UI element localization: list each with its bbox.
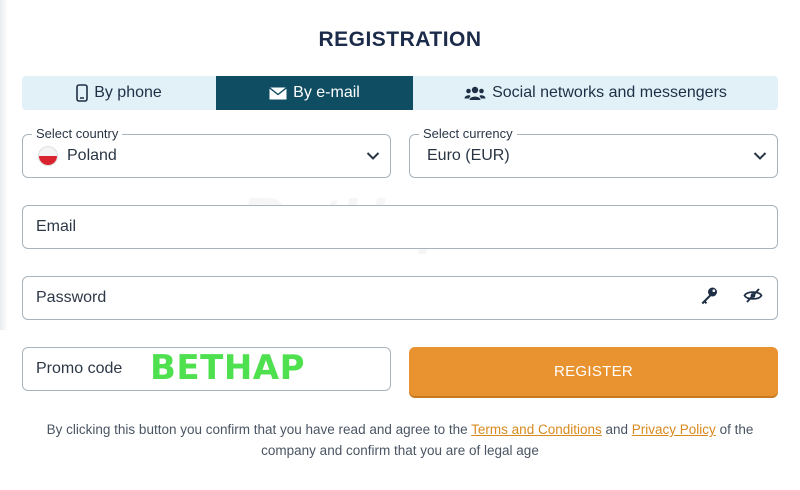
chevron-down-icon — [366, 152, 380, 160]
eye-slash-icon[interactable] — [743, 288, 763, 309]
password-field[interactable]: Password — [22, 276, 778, 320]
disclaimer-part2: and — [601, 422, 632, 437]
password-placeholder: Password — [36, 289, 107, 306]
disclaimer-text: By clicking this button you confirm that… — [18, 419, 782, 461]
currency-value: Euro (EUR) — [427, 147, 510, 164]
chevron-down-icon — [753, 152, 767, 160]
tab-social-networks[interactable]: Social networks and messengers — [413, 76, 778, 110]
country-value: Poland — [67, 147, 117, 164]
tab-label: By e-mail — [293, 84, 360, 101]
envelope-icon — [269, 86, 288, 99]
tab-by-phone[interactable]: By phone — [22, 76, 216, 110]
registration-tabs: By phone By e-mail Social networks and m… — [22, 76, 778, 110]
page-title: REGISTRATION — [318, 28, 482, 51]
promo-placeholder: Promo code — [36, 360, 123, 377]
currency-legend: Select currency — [419, 126, 517, 141]
key-icon[interactable] — [699, 286, 719, 311]
tab-by-email[interactable]: By e-mail — [216, 76, 413, 110]
tab-label: Social networks and messengers — [492, 84, 727, 101]
privacy-policy-link[interactable]: Privacy Policy — [632, 422, 716, 437]
disclaimer-part1: By clicking this button you confirm that… — [46, 422, 472, 437]
email-placeholder: Email — [36, 218, 77, 235]
phone-icon — [76, 84, 88, 102]
email-field[interactable]: Email — [22, 205, 778, 249]
register-button[interactable]: REGISTER — [409, 347, 778, 396]
tab-label: By phone — [94, 84, 162, 101]
poland-flag-icon — [39, 147, 57, 165]
country-legend: Select country — [32, 126, 123, 141]
promo-code-value: BETHAP — [150, 348, 306, 389]
users-icon — [464, 86, 486, 100]
country-select[interactable]: Select country Poland — [22, 126, 391, 178]
terms-link[interactable]: Terms and Conditions — [471, 422, 602, 437]
promo-code-field[interactable]: Promo code BETHAP — [22, 347, 391, 391]
currency-select[interactable]: Select currency Euro (EUR) — [409, 126, 778, 178]
